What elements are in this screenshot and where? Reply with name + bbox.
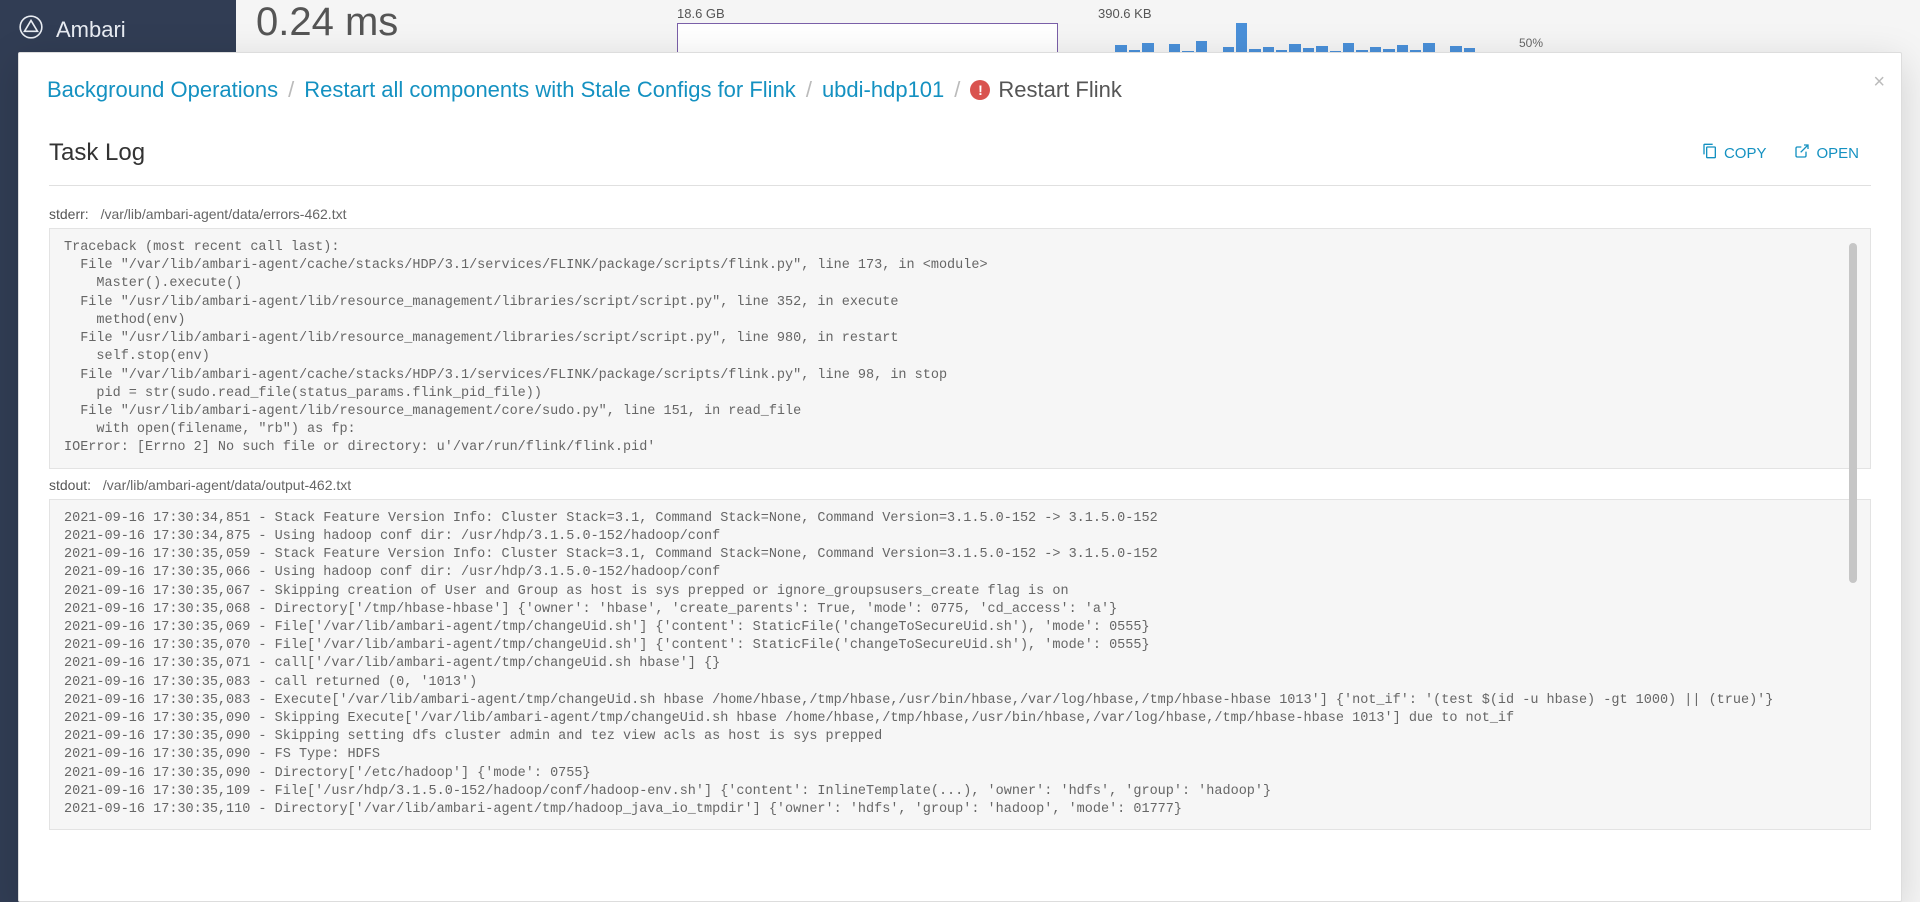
open-button[interactable]: OPEN: [1794, 143, 1859, 163]
stdout-label: stdout:: [49, 477, 91, 493]
stdout-output[interactable]: 2021-09-16 17:30:34,851 - Stack Feature …: [49, 499, 1871, 831]
breadcrumb-sep: /: [950, 77, 964, 103]
breadcrumb-sep: /: [284, 77, 298, 103]
task-log-header: Task Log COPY OPEN: [19, 111, 1901, 175]
breadcrumb-final: ! Restart Flink: [970, 77, 1121, 103]
close-icon[interactable]: ×: [1873, 71, 1885, 94]
copy-label: COPY: [1724, 145, 1767, 162]
log-body[interactable]: stderr: /var/lib/ambari-agent/data/error…: [19, 186, 1901, 901]
open-icon: [1794, 143, 1810, 163]
copy-icon: [1702, 143, 1718, 163]
breadcrumb-link[interactable]: Background Operations: [47, 77, 278, 103]
breadcrumb-link[interactable]: ubdi-hdp101: [822, 77, 944, 103]
task-log-modal: × Background Operations / Restart all co…: [18, 52, 1902, 902]
error-icon: !: [970, 80, 990, 100]
task-log-actions: COPY OPEN: [1702, 143, 1859, 163]
task-log-title: Task Log: [49, 139, 145, 167]
stdout-label-row: stdout: /var/lib/ambari-agent/data/outpu…: [49, 477, 1871, 493]
stderr-output[interactable]: Traceback (most recent call last): File …: [49, 228, 1871, 469]
breadcrumb: Background Operations / Restart all comp…: [19, 53, 1901, 111]
stdout-path: /var/lib/ambari-agent/data/output-462.tx…: [103, 477, 351, 493]
copy-button[interactable]: COPY: [1702, 143, 1767, 163]
scrollbar-thumb[interactable]: [1849, 243, 1857, 583]
stderr-path: /var/lib/ambari-agent/data/errors-462.tx…: [101, 206, 347, 222]
breadcrumb-sep: /: [802, 77, 816, 103]
open-label: OPEN: [1816, 145, 1859, 162]
breadcrumb-final-label: Restart Flink: [998, 77, 1121, 103]
breadcrumb-link[interactable]: Restart all components with Stale Config…: [304, 77, 796, 103]
stderr-label-row: stderr: /var/lib/ambari-agent/data/error…: [49, 206, 1871, 222]
stderr-label: stderr:: [49, 206, 89, 222]
